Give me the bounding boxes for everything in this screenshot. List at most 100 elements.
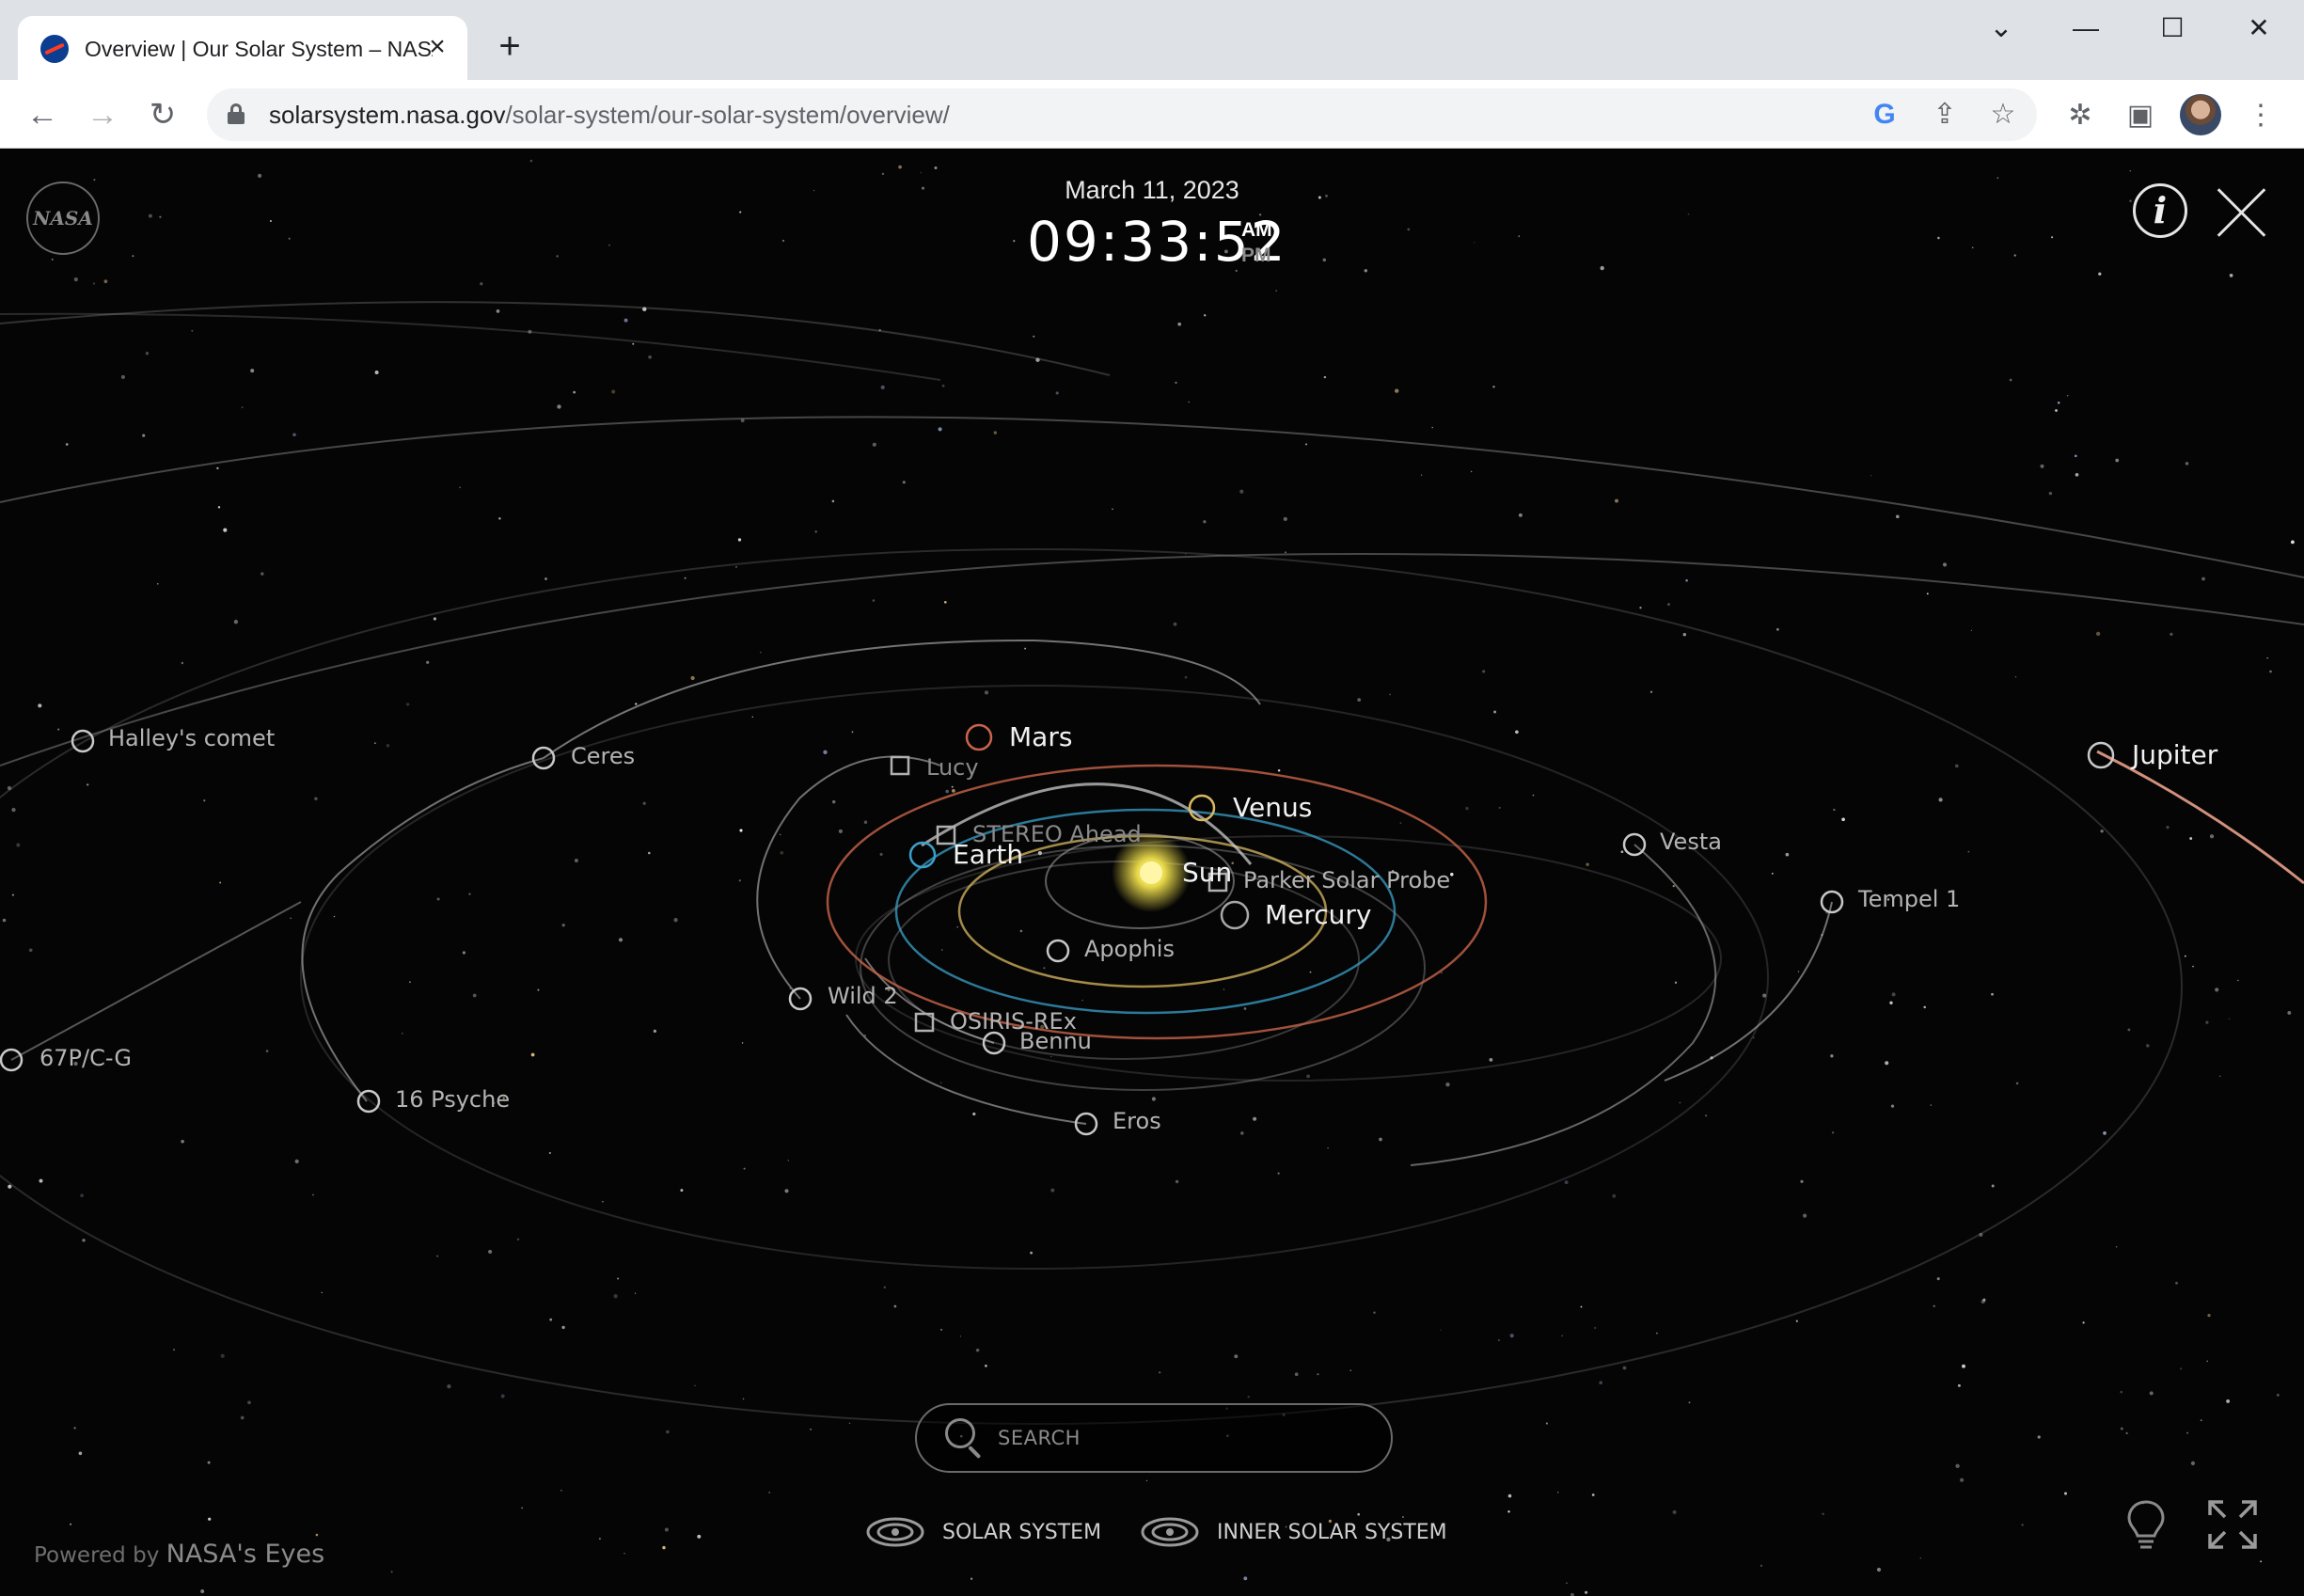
nasa-logo[interactable]: NASA [26, 182, 100, 255]
label-parker[interactable]: Parker Solar Probe [1243, 867, 1450, 893]
star [1996, 177, 1998, 179]
star [1515, 730, 1519, 735]
address-bar[interactable]: solarsystem.nasa.gov/solar-system/our-so… [207, 88, 2037, 141]
star [2186, 1431, 2189, 1434]
label-eros[interactable]: Eros [1113, 1108, 1161, 1134]
bookmark-star-icon[interactable]: ☆ [1986, 98, 2020, 132]
star [142, 434, 146, 437]
label-mars[interactable]: Mars [1009, 721, 1072, 752]
url-text[interactable]: solarsystem.nasa.gov/solar-system/our-so… [269, 88, 950, 141]
star [1188, 401, 1190, 403]
star [1830, 1054, 1834, 1058]
psyche-orbit-arc [301, 757, 544, 1102]
star [1050, 1055, 1052, 1058]
powered-by-credit[interactable]: Powered by NASA's Eyes [34, 1540, 324, 1569]
star [548, 1151, 551, 1155]
star [11, 807, 16, 813]
star [1566, 1582, 1568, 1584]
star [2146, 1044, 2150, 1048]
vesta-orbit-arc [1410, 844, 1717, 1166]
browser-tab[interactable]: Overview | Our Solar System – NASA Solar… [18, 16, 467, 80]
maximize-button[interactable]: ☐ [2144, 8, 2201, 49]
label-halley[interactable]: Halley's comet [108, 725, 275, 751]
star [1991, 1184, 1995, 1188]
star [436, 897, 440, 901]
star [87, 783, 89, 786]
star [737, 538, 742, 542]
window-close-button[interactable]: ✕ [2231, 8, 2287, 49]
new-tab-button[interactable]: + [491, 27, 529, 66]
label-ceres[interactable]: Ceres [571, 743, 635, 769]
star [787, 1160, 790, 1161]
label-sun[interactable]: Sun [1182, 857, 1232, 888]
google-lens-icon[interactable]: G [1868, 98, 1902, 132]
label-psyche[interactable]: 16 Psyche [395, 1086, 510, 1113]
solar-system-viewport[interactable]: NASA March 11, 2023 09:33:52 AM PM i Hal… [0, 150, 2304, 1596]
current-date[interactable]: March 11, 2023 [1020, 176, 1284, 205]
star [1507, 1493, 1512, 1498]
label-jupiter[interactable]: Jupiter [2132, 739, 2217, 770]
star [1243, 1007, 1247, 1010]
lock-icon[interactable] [228, 103, 245, 124]
star [739, 829, 743, 832]
forward-button[interactable]: → [83, 95, 122, 134]
label-wild2[interactable]: Wild 2 [828, 983, 898, 1009]
psyche-marker [356, 1089, 381, 1114]
label-lucy[interactable]: Lucy [926, 754, 979, 781]
star [1580, 1305, 1583, 1308]
star [784, 1189, 789, 1193]
tab-search-button[interactable]: ⌄ [1973, 8, 2029, 49]
label-venus[interactable]: Venus [1233, 792, 1312, 823]
star [148, 213, 152, 218]
label-earth[interactable]: Earth [953, 839, 1023, 870]
orbit-view-icon [866, 1517, 924, 1547]
close-icon[interactable] [2214, 183, 2272, 242]
star [1493, 710, 1497, 714]
reload-button[interactable]: ↻ [143, 95, 182, 134]
star [741, 1042, 744, 1044]
search-input[interactable] [998, 1405, 1374, 1471]
info-button[interactable]: i [2133, 183, 2187, 238]
star [51, 259, 54, 261]
search-icon[interactable] [945, 1418, 986, 1460]
solar-system-view-button[interactable]: SOLAR SYSTEM [865, 1511, 1101, 1553]
label-mercury[interactable]: Mercury [1265, 899, 1372, 930]
back-button[interactable]: ← [23, 95, 62, 134]
search-box[interactable] [915, 1403, 1393, 1473]
star [2009, 378, 2012, 382]
star [985, 1365, 987, 1367]
label-tempel[interactable]: Tempel 1 [1858, 886, 1960, 912]
star [537, 988, 540, 991]
star [181, 661, 184, 665]
label-vesta[interactable]: Vesta [1660, 829, 1722, 855]
star [103, 279, 108, 284]
star [247, 1400, 251, 1405]
star [1688, 1401, 1691, 1404]
star [1800, 1179, 1804, 1183]
tab-close-icon[interactable]: × [420, 31, 454, 65]
label-apophis[interactable]: Apophis [1084, 936, 1175, 962]
inner-solar-system-view-button[interactable]: INNER SOLAR SYSTEM [1140, 1511, 1447, 1553]
extensions-icon[interactable]: ✲ [2061, 97, 2099, 134]
star [2125, 1431, 2128, 1435]
star [1470, 470, 1473, 473]
star [1593, 1326, 1597, 1330]
star [831, 799, 836, 804]
minimize-button[interactable]: — [2058, 8, 2114, 49]
star [2095, 631, 2101, 637]
star [735, 565, 737, 568]
browser-menu-icon[interactable]: ⋮ [2242, 97, 2280, 134]
star [739, 211, 742, 213]
star [951, 785, 954, 788]
star [1349, 1369, 1352, 1372]
profile-avatar[interactable] [2180, 94, 2221, 135]
fullscreen-icon[interactable] [2204, 1496, 2261, 1553]
label-bennu[interactable]: Bennu [1019, 1028, 1092, 1054]
star [984, 690, 989, 695]
side-panel-icon[interactable]: ▣ [2122, 97, 2159, 134]
lightbulb-icon[interactable] [2118, 1496, 2174, 1553]
star [1055, 391, 1059, 395]
label-67p[interactable]: 67P/C-G [39, 1045, 132, 1071]
star [1445, 1082, 1450, 1087]
share-icon[interactable]: ⇪ [1928, 98, 1962, 132]
